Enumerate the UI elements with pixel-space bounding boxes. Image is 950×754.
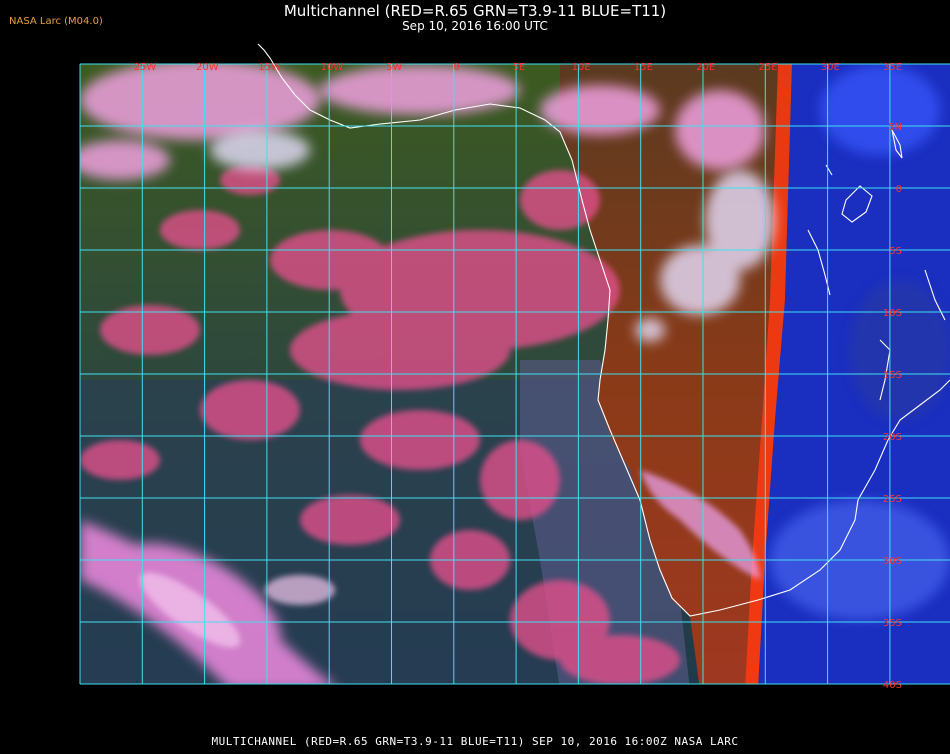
footer-caption: MULTICHANNEL (RED=R.65 GRN=T3.9-11 BLUE=… bbox=[211, 735, 739, 748]
latitude-label: 25S bbox=[883, 494, 902, 505]
latitude-label: 5S bbox=[889, 246, 902, 257]
longitude-label: 25E bbox=[758, 62, 777, 73]
longitude-label: 30E bbox=[821, 62, 840, 73]
longitude-label: 0 bbox=[453, 62, 459, 73]
longitude-label: 15W bbox=[258, 62, 281, 73]
longitude-label: 10W bbox=[321, 62, 344, 73]
longitude-label: 10E bbox=[572, 62, 591, 73]
satellite-map: 25W 20W 15W 10W 5W 0 5E 10E 15E 20E 25E 30E 35E 5N 0 5… bbox=[0, 0, 950, 750]
longitude-label: 20E bbox=[696, 62, 715, 73]
latitude-label: 30S bbox=[883, 556, 902, 567]
satellite-imagery bbox=[80, 64, 950, 684]
longitude-label: 5W bbox=[386, 62, 402, 73]
longitude-label: 35E bbox=[883, 62, 902, 73]
latitude-label: 5N bbox=[888, 122, 902, 133]
latitude-label: 20S bbox=[883, 432, 902, 443]
latitude-label: 35S bbox=[883, 618, 902, 629]
longitude-label: 15E bbox=[634, 62, 653, 73]
longitude-label: 25W bbox=[134, 62, 157, 73]
longitude-label: 5E bbox=[512, 62, 525, 73]
latitude-label: 40S bbox=[883, 680, 902, 691]
latitude-label: 10S bbox=[883, 308, 902, 319]
latitude-label: 0 bbox=[896, 184, 902, 195]
latitude-label: 15S bbox=[883, 370, 902, 381]
longitude-label: 20W bbox=[196, 62, 219, 73]
